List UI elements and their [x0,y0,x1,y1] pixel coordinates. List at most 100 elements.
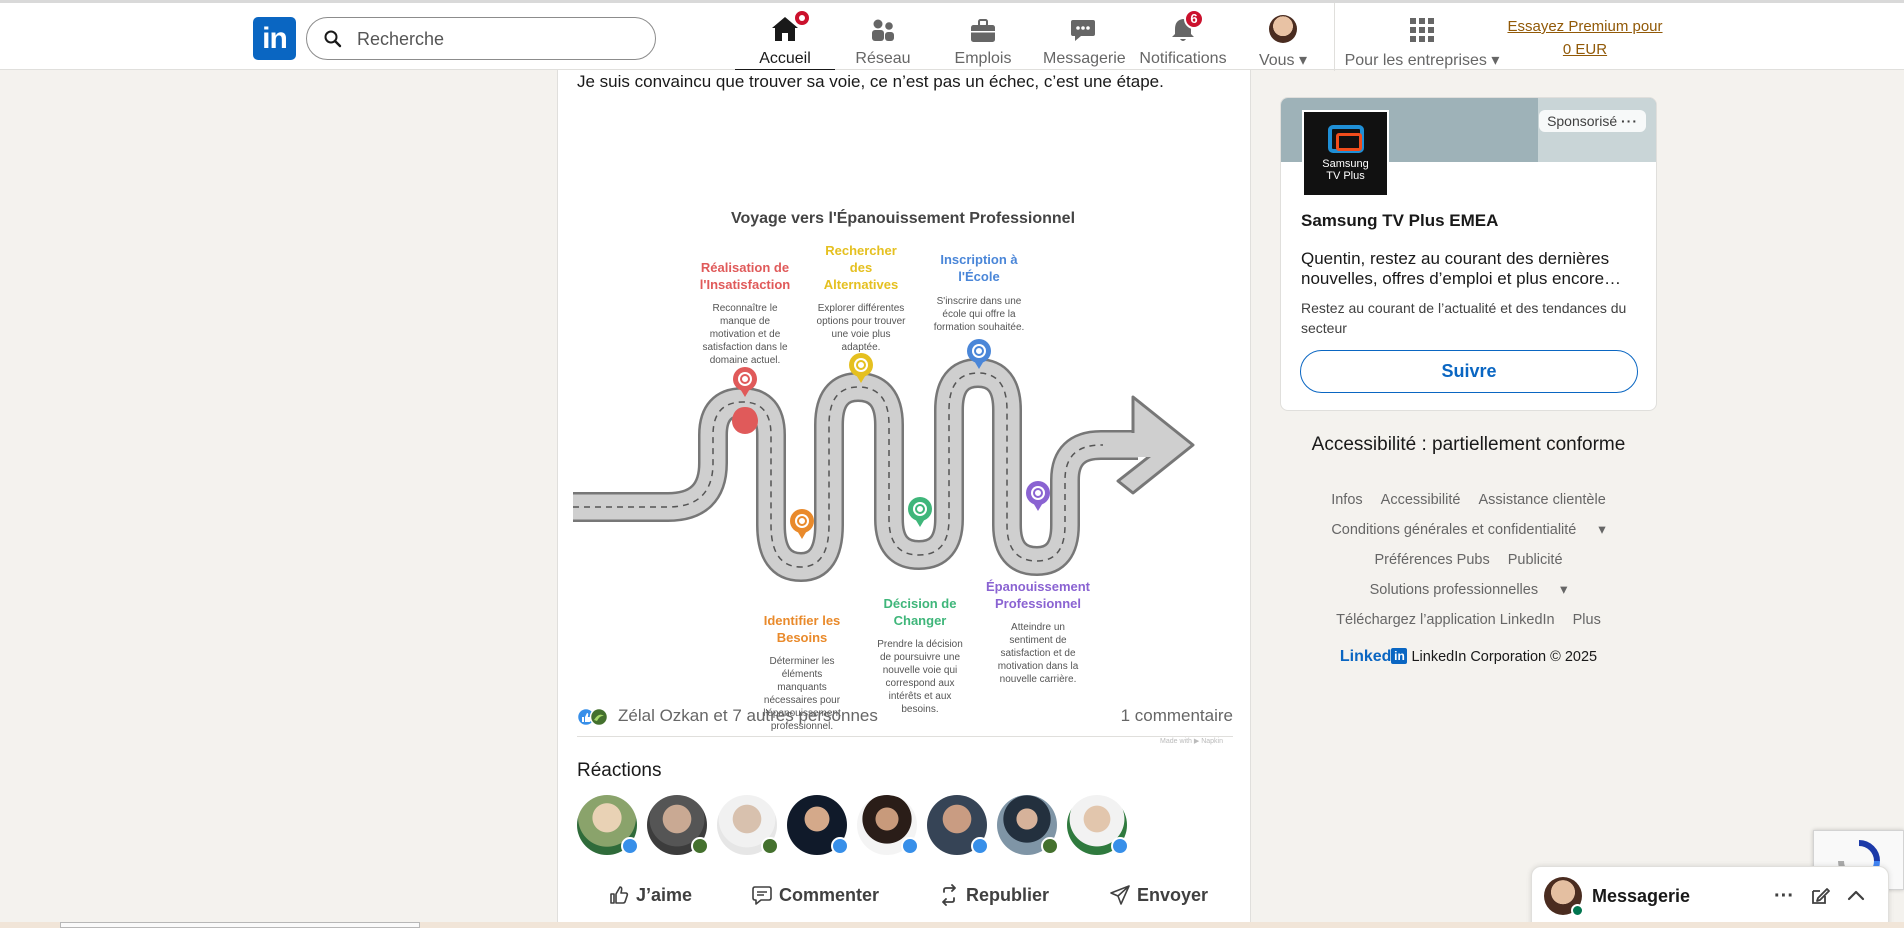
infographic-watermark: Made with ▶ Napkin [1160,738,1223,745]
nav-notifications[interactable]: 6 Notifications [1133,9,1233,69]
comment-button[interactable]: Commenter [751,878,879,912]
network-icon [872,19,894,41]
search-box[interactable] [306,17,656,60]
samsung-tv-plus-logo[interactable]: Samsung TV Plus [1302,110,1389,197]
svg-text:domaine actuel.: domaine actuel. [710,355,781,366]
step-6-title-2: Professionnel [995,596,1081,611]
step-5-description: S'inscrire dans une école qui offre la f… [934,296,1025,333]
support-reaction-icon [761,837,779,855]
nav-home[interactable]: Accueil [735,9,835,71]
svg-text:S'inscrire dans une: S'inscrire dans une [937,296,1022,307]
chevron-up-icon[interactable] [1844,884,1868,908]
tv-icon [1327,125,1364,153]
nav-business[interactable]: Pour les entreprises ▾ [1344,11,1500,69]
svg-text:Reconnaître le: Reconnaître le [712,303,777,314]
caret-down-icon: ▾ [1560,582,1568,598]
reactor-avatar[interactable] [577,795,639,855]
pin-2-icon [790,509,814,539]
reactor-avatar[interactable] [787,795,849,855]
post-infographic[interactable]: Voyage vers l'Épanouissement Professionn… [573,115,1229,745]
like-label: J’aime [636,884,693,905]
footer-link-more[interactable]: Plus [1573,612,1601,628]
chat-icon [1071,20,1095,41]
linkedin-in-logo: in [1391,648,1408,664]
svg-text:Déterminer les: Déterminer les [769,656,834,667]
footer-link-ad-prefs[interactable]: Préférences Pubs [1374,552,1489,568]
step-4-title: Décision de [884,596,957,611]
svg-text:intérêts et aux: intérêts et aux [889,691,952,702]
svg-text:école qui offre la: école qui offre la [942,309,1016,320]
footer-link-terms[interactable]: Conditions générales et confidentialité … [1322,522,1614,538]
sponsored-text: Sponsorisé [1547,113,1618,129]
compose-icon[interactable] [1808,884,1832,908]
svg-text:une voie plus: une voie plus [832,329,891,340]
nav-messaging[interactable]: Messagerie [1043,11,1126,69]
send-button[interactable]: Envoyer [1109,878,1208,912]
svg-text:de poursuivre une: de poursuivre une [880,652,960,663]
post-actions: J’aime Commenter Republier Envoyer [558,870,1252,920]
footer-links: Infos Accessibilité Assistance clientèle C… [1280,485,1657,635]
svg-text:motivation dans la: motivation dans la [998,661,1079,672]
reaction-icons[interactable] [577,707,611,727]
more-options-icon[interactable]: ··· [1772,884,1796,908]
step-5-title: Inscription à [940,252,1018,267]
reactor-avatar[interactable] [717,795,779,855]
step-3-title-3: Alternatives [824,277,898,292]
accessibility-status[interactable]: Accessibilité : partiellement conforme [1280,434,1657,456]
briefcase-icon [971,19,995,42]
reactor-avatar[interactable] [857,795,919,855]
reactor-avatar[interactable] [647,795,709,855]
caret-down-icon: ▾ [1598,522,1606,538]
search-input[interactable] [357,26,637,52]
reactions-names[interactable]: Zélal Ozkan et 7 autres personnes [618,706,878,726]
footer-link-help[interactable]: Assistance clientèle [1478,492,1605,508]
messaging-title[interactable]: Messagerie [1592,886,1690,907]
like-reaction-icon [621,837,639,855]
ad-logo-line-2: TV Plus [1326,170,1365,182]
svg-text:nouvelle voie qui: nouvelle voie qui [883,665,958,676]
ad-description: Quentin, restez au courant des dernières… [1301,249,1622,288]
like-button[interactable]: J’aime [608,878,692,912]
like-reaction-icon [831,837,849,855]
more-options-icon[interactable]: ··· [1621,113,1638,129]
horizontal-scrollbar[interactable] [60,922,420,928]
footer-link-advertising[interactable]: Publicité [1508,552,1563,568]
reactor-avatar[interactable] [927,795,989,855]
nav-home-label: Accueil [759,50,811,67]
repost-icon [942,884,956,906]
pin-4-icon [908,497,932,527]
nav-me[interactable]: Vous ▾ [1243,11,1323,69]
sponsored-ad-card: Samsung TV Plus Sponsorisé ··· Samsung T… [1280,97,1657,411]
svg-text:manque de: manque de [720,316,770,327]
comments-count[interactable]: 1 commentaire [1121,706,1233,726]
nav-network[interactable]: Réseau [843,11,923,69]
svg-text:éléments: éléments [782,669,823,680]
messaging-dock[interactable]: Messagerie ··· [1531,866,1889,928]
footer-link-about[interactable]: Infos [1331,492,1362,508]
footer-link-business[interactable]: Solutions professionnelles ▾ [1361,582,1577,598]
footer-link-app[interactable]: Téléchargez l’application LinkedIn [1336,612,1554,628]
nav-jobs[interactable]: Emplois [943,11,1023,69]
sponsored-label[interactable]: Sponsorisé ··· [1539,110,1646,132]
svg-text:correspond aux: correspond aux [886,678,955,689]
nav-business-label: Pour les entreprises [1344,52,1487,69]
ad-company-name[interactable]: Samsung TV Plus EMEA [1301,211,1498,231]
step-5-title-2: l'École [958,269,999,284]
svg-text:manquants: manquants [777,682,826,693]
repost-button[interactable]: Republier [938,878,1049,912]
post-text: Je suis convaincu que trouver sa voie, c… [577,72,1164,91]
notifications-badge: 6 [1184,9,1204,29]
reactor-avatar[interactable] [997,795,1059,855]
follow-button[interactable]: Suivre [1300,350,1638,393]
reactor-avatar[interactable] [1067,795,1129,855]
ad-subtext: Restez au courant de l’actualité et des … [1301,300,1627,336]
linkedin-logo[interactable]: in [253,17,296,60]
footer-link-accessibility[interactable]: Accessibilité [1381,492,1461,508]
like-reaction-icon [1111,837,1129,855]
search-icon [324,30,342,48]
svg-text:satisfaction dans le: satisfaction dans le [702,342,787,353]
step-3-title: Rechercher [825,243,897,258]
premium-link[interactable]: Essayez Premium pour 0 EUR [1505,15,1665,61]
svg-text:satisfaction et de: satisfaction et de [1000,648,1075,659]
send-icon [1110,885,1130,905]
